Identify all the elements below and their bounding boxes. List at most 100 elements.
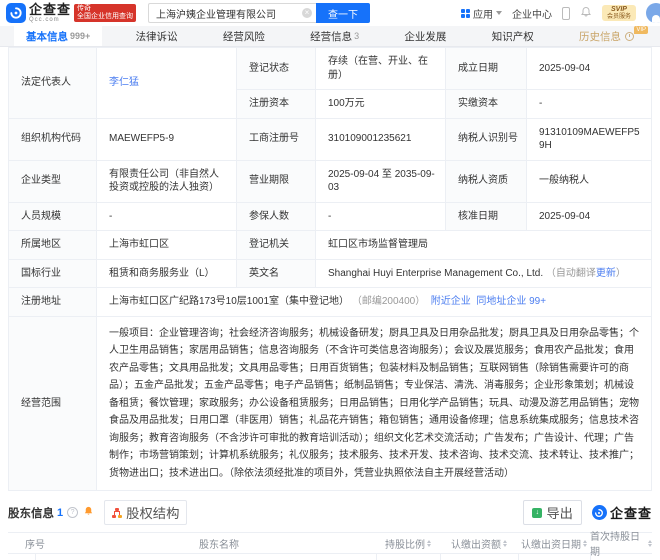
paid-capital-value: - [527,90,652,119]
taxpayer-id-value: 91310109MAEWEFP59H [527,118,652,160]
tab-label: 知识产权 [492,29,534,44]
tab-risk[interactable]: 经营风险 [211,26,277,46]
tab-label: 基本信息 [26,29,68,44]
sort-icon [503,540,507,547]
col-date-label: 认缴出资日期 [521,536,581,551]
same-address-link[interactable]: 同地址企业 99+ [476,296,546,307]
first-date-cell: 2025-09-04 [590,554,652,560]
slogan-line1: 传奇 [77,5,133,13]
biz-reg-no-label: 工商注册号 [237,118,316,160]
est-date-value: 2025-09-04 [527,48,652,90]
col-ratio-label: 持股比例 [385,536,425,551]
address-label: 注册地址 [9,288,97,317]
tab-ip[interactable]: 知识产权 [480,26,546,46]
col-date-sort[interactable]: 认缴出资日期 [518,536,590,551]
apps-grid-icon [461,9,470,18]
shareholders-table: 序号 股东名称 持股比例 认缴出资额 认缴出资日期 首次持股日期 1 二 级 股… [8,532,652,560]
address-value: 上海市虹口区广纪路173号10层1001室（集中登记地） [109,296,349,307]
ratio-cell: 100% [376,554,440,560]
biz-reg-no-value: 310109001235621 [316,118,446,160]
approval-date-value: 2025-09-04 [527,202,652,231]
top-right-nav: 应用 企业中心 SVIP 会员服务 [461,0,660,26]
org-code-label: 组织机构代码 [9,118,97,160]
reg-authority-value: 虹口区市场监督管理局 [316,231,652,260]
search-button[interactable]: 查一下 [316,3,370,23]
biz-term-value: 2025-09-04 至 2035-09-03 [316,160,446,202]
reg-status-value: 存续（在营、开业、在册） [316,48,446,90]
apps-menu[interactable]: 应用 [461,6,502,21]
english-name-cell: Shanghai Huyi Enterprise Management Co.,… [316,259,652,288]
qcc-watermark: 企查查 [592,503,652,522]
insured-value: - [316,202,446,231]
sort-icon [583,540,587,547]
tab-label: 历史信息 [579,29,621,44]
info-icon[interactable]: ? [67,507,78,518]
legal-rep-link[interactable]: 李仁猛 [109,77,139,88]
logo-text[interactable]: 企查查 Qcc.com [29,3,71,23]
tab-history[interactable]: 历史信息 VIP [567,26,646,46]
approval-date-label: 核准日期 [446,202,527,231]
clock-icon [625,32,634,41]
svip-sublabel: 会员服务 [607,14,631,21]
tab-label: 经营风险 [223,29,265,44]
basic-info-table: 法定代表人 李仁猛 登记状态 存续（在营、开业、在册） 成立日期 2025-09… [8,47,652,491]
paid-capital-label: 实缴资本 [446,90,527,119]
col-amount-sort[interactable]: 认缴出资额 [440,536,518,551]
mobile-app-icon[interactable] [562,7,570,20]
shareholders-count: 1 [57,507,63,519]
export-button[interactable]: ↓ 导出 [523,500,582,525]
user-avatar[interactable] [646,3,660,23]
scope-value: 一般项目：企业管理咨询；社会经济咨询服务；机械设备研发；厨具卫具及日用杂品批发；… [97,316,652,491]
tab-bar: 基本信息 999+ 法律诉讼 经营风险 经营信息 3 企业发展 知识产权 历史信… [0,26,660,47]
sort-icon [648,540,652,547]
nearby-companies-link[interactable]: 附近企业 [431,296,471,307]
col-ratio-sort[interactable]: 持股比例 [376,536,440,551]
tab-operation-info[interactable]: 经营信息 3 [298,26,371,46]
legal-rep-label: 法定代表人 [9,48,97,119]
tab-label: 经营信息 [310,29,352,44]
notification-bell-icon[interactable] [580,6,592,21]
spiral-glyph [9,6,23,20]
reg-capital-value: 100万元 [316,90,446,119]
tab-development[interactable]: 企业发展 [392,26,458,46]
insured-label: 参保人数 [237,202,316,231]
note-suffix: ） [616,268,626,279]
alert-bell-icon[interactable] [83,505,94,520]
industry-value: 租赁和商务服务业（L） [97,259,237,288]
qcc-logo-icon[interactable] [6,3,26,23]
vip-tag: VIP [634,26,648,34]
taxpayer-quality-label: 纳税人资质 [446,160,527,202]
region-value: 上海市虹口区 [97,231,237,260]
reg-status-label: 登记状态 [237,48,316,90]
english-name-value: Shanghai Huyi Enterprise Management Co.,… [328,268,543,279]
equity-structure-label: 股权结构 [126,503,179,522]
amount-cell: 100万元 [440,554,518,560]
staff-size-value: - [97,202,237,231]
sort-icon [427,540,431,547]
enterprise-center-link[interactable]: 企业中心 [512,6,552,21]
col-seq: 序号 [8,536,62,551]
clear-search-icon[interactable]: × [302,8,312,18]
reg-authority-label: 登记机关 [237,231,316,260]
taxpayer-quality-value: 一般纳税人 [527,160,652,202]
shareholders-title: 股东信息 [8,505,54,521]
brand-name: 企查查 [29,3,71,16]
shareholder-row: 1 二 级 股 东 - 上海 沪姨 上海沪姨供应链管理有限公司 100% 100… [8,554,652,560]
company-type-label: 企业类型 [9,160,97,202]
equity-structure-button[interactable]: 股权结构 [104,500,187,525]
tab-basic-info[interactable]: 基本信息 999+ [14,26,102,46]
translate-update-link[interactable]: 更新 [596,268,616,279]
svip-label: SVIP [607,6,631,14]
address-zip: （邮编200400） [352,296,425,307]
english-name-label: 英文名 [237,259,316,288]
org-code-value: MAEWEFP5-9 [97,118,237,160]
industry-label: 国标行业 [9,259,97,288]
tab-count: 3 [354,31,359,41]
tab-legal[interactable]: 法律诉讼 [124,26,190,46]
biz-term-label: 营业期限 [237,160,316,202]
svip-badge[interactable]: SVIP 会员服务 [602,5,636,21]
search-input[interactable] [148,3,316,23]
staff-size-label: 人员规模 [9,202,97,231]
tab-count: 999+ [70,31,90,41]
legal-rep-value: 李仁猛 [97,48,237,119]
